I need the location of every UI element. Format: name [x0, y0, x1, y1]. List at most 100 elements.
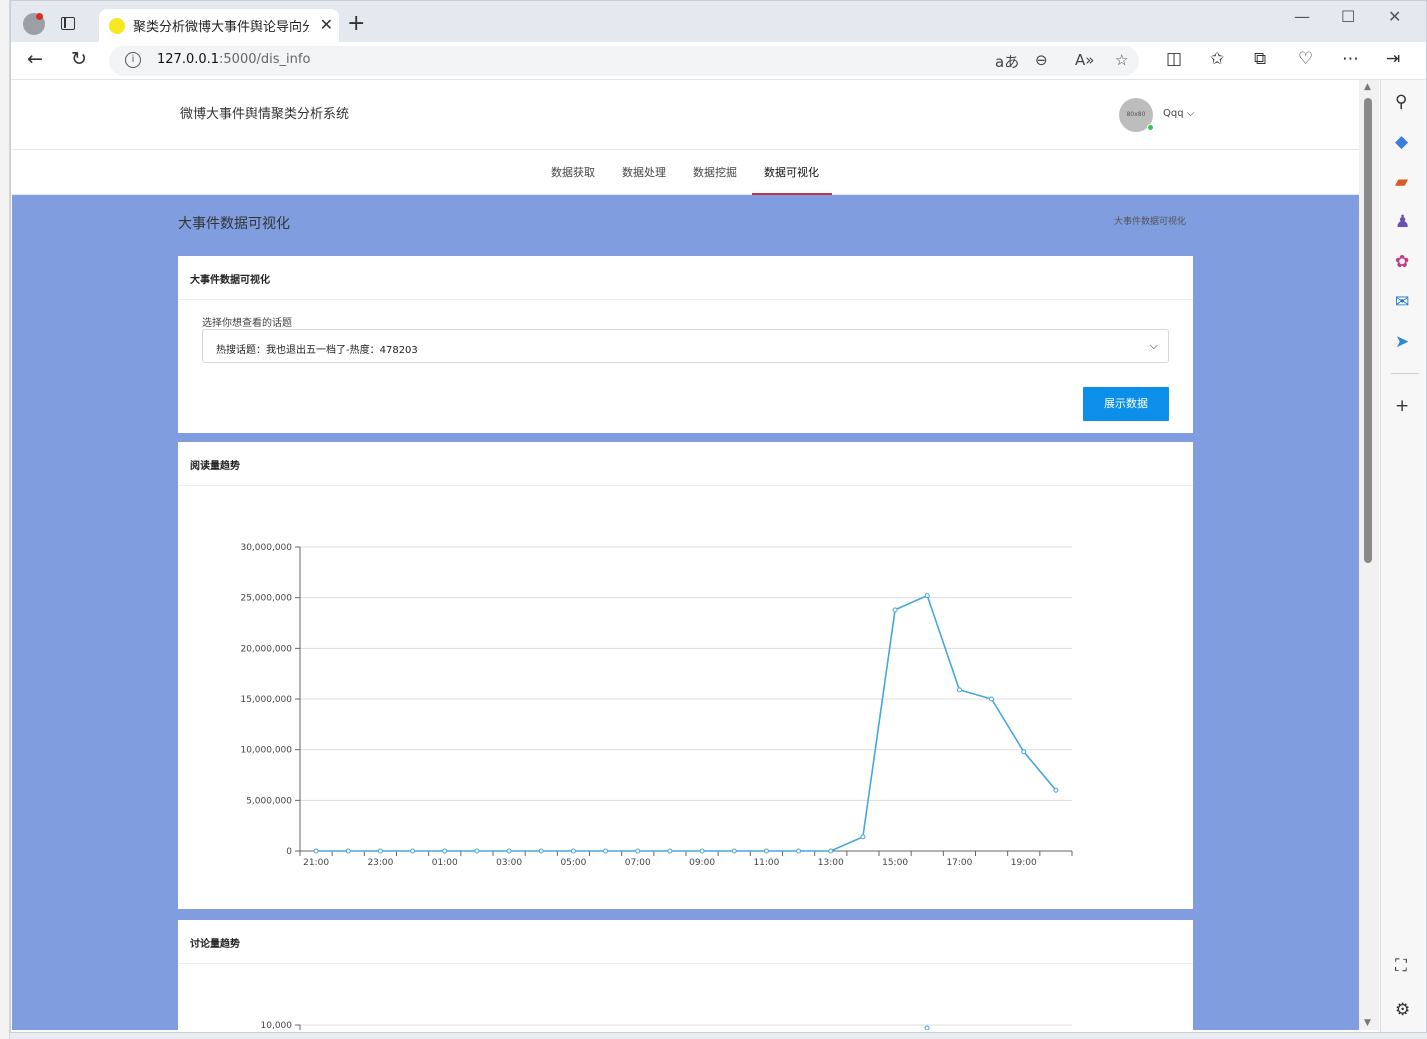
- web-page: 微博大事件舆情聚类分析系统 80x80 Qqq ⌵ 数据获取 数据处理 数据挖掘…: [12, 80, 1359, 1030]
- x-tick-label: 05:00: [560, 858, 586, 868]
- x-tick-label: 21:00: [303, 858, 329, 868]
- data-point: [474, 848, 480, 854]
- read-trend-chart: 0 5,000,000 10,000,000 15,000,000 20,000,000…: [240, 543, 1073, 868]
- show-data-button[interactable]: 展示数据: [1083, 387, 1169, 421]
- scroll-up-icon[interactable]: ▲: [1364, 82, 1371, 92]
- data-point: [731, 848, 737, 854]
- data-point: [924, 593, 930, 599]
- x-tick-label: 15:00: [882, 858, 908, 868]
- data-point: [924, 1025, 930, 1030]
- card-title: 讨论量趋势: [190, 939, 240, 950]
- background-window-edge: [0, 0, 10, 1039]
- breadcrumb: 大事件数据可视化: [1114, 217, 1187, 227]
- data-point: [828, 848, 834, 854]
- nav-data-fetch[interactable]: 数据获取: [551, 164, 595, 180]
- site-header: 微博大事件舆情聚类分析系统 80x80 Qqq ⌵: [12, 80, 1359, 150]
- more-menu-icon[interactable]: ⋯: [1342, 49, 1359, 69]
- sidebar-separator: [1391, 373, 1419, 374]
- data-point: [345, 848, 351, 854]
- y-tick-label: 5,000,000: [246, 796, 292, 806]
- new-tab-button[interactable]: +: [347, 11, 365, 36]
- tab-strip: 聚类分析微博大事件舆论导向分析 ✕ + — ☐ ✕: [11, 1, 1426, 42]
- screenshot-icon[interactable]: ⛶: [1395, 956, 1407, 976]
- data-point: [410, 848, 416, 854]
- data-point: [506, 848, 512, 854]
- collections-icon[interactable]: ⧉: [1254, 49, 1266, 69]
- maximize-button[interactable]: ☐: [1341, 7, 1355, 26]
- performance-icon[interactable]: ♡: [1298, 49, 1313, 69]
- data-point: [603, 848, 609, 854]
- read-trend-card: 阅读量趋势 0 5,000,000 10,000,000 15,000,000 20,0…: [178, 442, 1193, 909]
- user-menu[interactable]: Qqq ⌵: [1163, 108, 1194, 119]
- data-point: [635, 848, 641, 854]
- page-scrollbar[interactable]: ▲ ▼: [1359, 80, 1379, 1030]
- tab-close-icon[interactable]: ✕: [320, 15, 333, 34]
- settings-icon[interactable]: ⚙: [1395, 1000, 1410, 1020]
- favorites-icon[interactable]: ✩: [1210, 49, 1224, 69]
- topic-select-value: 热搜话题：我也退出五一档了-热度：478203: [216, 345, 418, 356]
- tab-actions-icon[interactable]: [61, 17, 75, 30]
- search-icon[interactable]: ⚲: [1395, 92, 1407, 112]
- url-text[interactable]: 127.0.0.1:5000/dis_info: [157, 52, 310, 67]
- x-tick-label: 01:00: [432, 858, 458, 868]
- favorite-star-icon[interactable]: ☆: [1115, 51, 1128, 69]
- data-point: [956, 687, 962, 693]
- scroll-down-icon[interactable]: ▼: [1364, 1018, 1371, 1028]
- x-tick-label: 07:00: [625, 858, 651, 868]
- toolbox-icon[interactable]: ▰: [1395, 172, 1408, 192]
- read-aloud-icon[interactable]: A»: [1075, 51, 1094, 69]
- nav-data-process[interactable]: 数据处理: [622, 164, 666, 180]
- y-tick-label: 10,000,000: [240, 746, 292, 756]
- data-point: [699, 848, 705, 854]
- data-point: [763, 848, 769, 854]
- refresh-icon[interactable]: ↻: [71, 48, 87, 70]
- zoom-out-icon[interactable]: ⊖: [1035, 51, 1048, 69]
- close-window-button[interactable]: ✕: [1388, 7, 1401, 26]
- series-line: [316, 594, 1057, 852]
- chevron-down-icon: ⌵: [1149, 339, 1158, 352]
- tag-icon[interactable]: ◆: [1395, 132, 1408, 152]
- translate-icon[interactable]: aあ: [995, 51, 1019, 72]
- nav-data-visualization[interactable]: 数据可视化: [764, 164, 819, 180]
- back-icon[interactable]: ←: [27, 48, 43, 70]
- data-point: [860, 834, 866, 840]
- data-point: [442, 848, 448, 854]
- people-icon[interactable]: ♟: [1395, 212, 1410, 232]
- data-point: [892, 607, 898, 613]
- data-point: [377, 848, 383, 854]
- split-screen-icon[interactable]: ◫: [1166, 49, 1182, 69]
- outlook-icon[interactable]: ✉: [1395, 292, 1409, 312]
- x-tick-label: 23:00: [367, 858, 393, 868]
- add-icon[interactable]: +: [1395, 396, 1409, 416]
- topic-select-card: 大事件数据可视化 选择你想查看的话题 热搜话题：我也退出五一档了-热度：4782…: [178, 256, 1193, 433]
- y-tick-label: 30,000,000: [240, 543, 292, 553]
- sidebar-toggle-icon[interactable]: ⇥: [1386, 49, 1400, 69]
- tab-favicon-icon: [109, 18, 125, 34]
- topic-select[interactable]: 热搜话题：我也退出五一档了-热度：478203 ⌵: [202, 329, 1169, 363]
- tab-title: 聚类分析微博大事件舆论导向分析: [133, 20, 309, 35]
- edge-sidebar: ⚲ ◆ ▰ ♟ ✿ ✉ ➤ + ⛶ ⚙: [1380, 80, 1426, 1032]
- x-tick-label: 17:00: [946, 858, 972, 868]
- nav-data-mining[interactable]: 数据挖掘: [693, 164, 737, 180]
- address-bar[interactable]: i 127.0.0.1:5000/dis_info aあ ⊖ A» ☆: [109, 46, 1139, 76]
- active-tab[interactable]: 聚类分析微博大事件舆论导向分析 ✕: [99, 9, 339, 42]
- y-tick-label: 25,000,000: [240, 594, 292, 604]
- send-icon[interactable]: ➤: [1395, 332, 1409, 352]
- data-point: [313, 848, 319, 854]
- data-point: [1021, 749, 1027, 755]
- minimize-button[interactable]: —: [1294, 7, 1310, 26]
- y-tick-label: 20,000,000: [240, 644, 292, 654]
- site-info-icon[interactable]: i: [125, 52, 141, 68]
- y-tick-label: 15,000,000: [240, 695, 292, 705]
- office-icon[interactable]: ✿: [1395, 252, 1409, 272]
- data-point: [1053, 787, 1059, 793]
- scrollbar-thumb[interactable]: [1364, 98, 1372, 563]
- online-status-dot: [1147, 124, 1154, 131]
- card-header: 讨论量趋势: [178, 920, 1193, 964]
- address-bar-row: ← ↻ i 127.0.0.1:5000/dis_info aあ ⊖ A» ☆ …: [11, 42, 1426, 80]
- card-title: 阅读量趋势: [190, 461, 240, 472]
- card-title: 大事件数据可视化: [190, 275, 270, 286]
- topic-select-label: 选择你想查看的话题: [202, 318, 292, 329]
- card-header: 阅读量趋势: [178, 442, 1193, 486]
- x-tick-label: 13:00: [818, 858, 844, 868]
